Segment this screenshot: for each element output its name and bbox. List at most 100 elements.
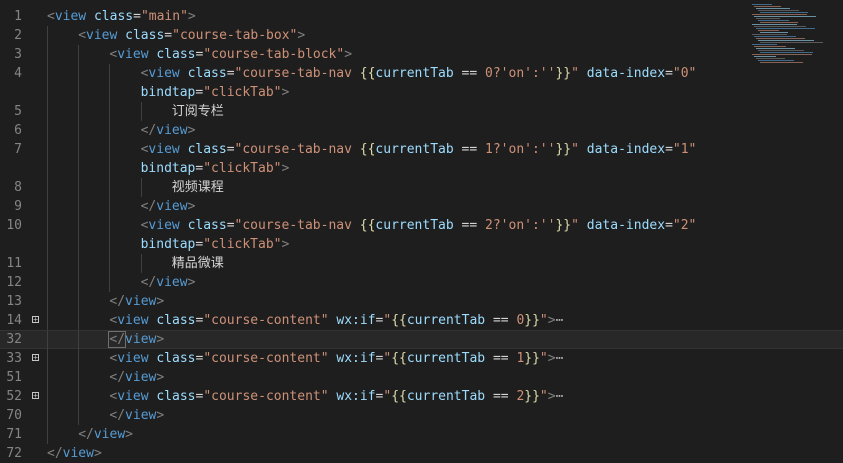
minimap-line	[754, 26, 806, 27]
token-str: "	[539, 389, 548, 404]
token-txt: =	[665, 142, 673, 157]
code-line[interactable]: 14 + <view class="course-content" wx:if="{…	[0, 311, 843, 330]
code-editor[interactable]: 1 <view class="main"> 2 <view class="course…	[0, 0, 843, 461]
indent-guide	[47, 159, 48, 178]
token-mus: }}	[555, 142, 572, 157]
code-line[interactable]: 7 <view class="course-tab-nav {{currentTa…	[0, 140, 843, 159]
token-txt: =	[226, 66, 235, 81]
code-line[interactable]: 2 <view class="course-tab-box">	[0, 26, 843, 45]
token-attr: wx:if	[336, 313, 376, 328]
token-str: "clickTab"	[203, 237, 282, 252]
code-line[interactable]: 4 <view class="course-tab-nav {{currentTa…	[0, 64, 843, 83]
code-line[interactable]: bindtap="clickTab">	[0, 83, 843, 102]
token-exprv: currentTab	[406, 313, 486, 328]
token-punc: <	[47, 9, 55, 24]
indent-guide	[109, 64, 111, 83]
indent-guide	[109, 83, 111, 102]
code-line[interactable]: 6 </view>	[0, 121, 843, 140]
code-line[interactable]: 72 </view>	[0, 444, 843, 463]
token-ell: ⋯	[555, 351, 564, 366]
code-line[interactable]: 1 <view class="main">	[0, 7, 843, 26]
token-punc: </	[108, 331, 127, 348]
code-line[interactable]: 13 </view>	[0, 292, 843, 311]
minimap-line	[758, 10, 799, 11]
line-number: 14	[6, 313, 22, 328]
code-line[interactable]: bindtap="clickTab">	[0, 159, 843, 178]
token-txt: ==	[485, 389, 517, 404]
token-attr: class	[187, 66, 227, 81]
token-punc: <	[78, 28, 87, 43]
code-line[interactable]: 10 <view class="course-tab-nav {{currentT…	[0, 216, 843, 235]
code-line[interactable]: 3 <view class="course-tab-block">	[0, 45, 843, 64]
code-line[interactable]: 11 精品微课	[0, 254, 843, 273]
indent-guide	[78, 216, 80, 235]
token-txt: 订阅专栏	[171, 104, 224, 119]
line-number: 7	[14, 142, 22, 157]
line-number: 12	[6, 275, 22, 290]
token-mus: {{	[391, 351, 407, 366]
token-ell: ⋯	[555, 389, 564, 404]
code-line[interactable]: bindtap="clickTab">	[0, 235, 843, 254]
token-txt: ==	[485, 313, 517, 328]
code-line[interactable]: 9 </view>	[0, 197, 843, 216]
plus-box-icon[interactable]: +	[32, 392, 39, 400]
minimap-line	[760, 12, 808, 13]
code-text: <view class="course-tab-nav {{currentTab…	[141, 140, 697, 159]
code-text: bindtap="clickTab">	[141, 83, 290, 102]
token-str: "2"	[672, 218, 697, 233]
token-str: "	[539, 313, 548, 328]
indent-guide	[109, 235, 111, 254]
token-attr: data-index	[586, 218, 666, 233]
indent-guide	[47, 26, 48, 45]
plus-box-icon[interactable]: +	[32, 354, 39, 362]
minimap-line	[752, 4, 772, 5]
indent-guide	[47, 368, 48, 387]
code-line[interactable]: 12 </view>	[0, 273, 843, 292]
indent-guide	[47, 254, 48, 273]
line-number: 6	[14, 123, 22, 138]
token-exprv: currentTab	[375, 218, 454, 233]
minimap-line	[756, 48, 795, 49]
code-line[interactable]: 8 视频课程	[0, 178, 843, 197]
token-punc: >	[281, 85, 290, 100]
plus-box-icon[interactable]: +	[32, 316, 39, 324]
token-attr: wx:if	[336, 389, 376, 404]
code-line[interactable]: 52 + <view class="course-content" wx:if="{…	[0, 387, 843, 406]
minimap[interactable]	[752, 4, 823, 64]
token-attr: class	[156, 313, 196, 328]
token-attr: class	[156, 351, 196, 366]
minimap-line	[752, 44, 777, 45]
minimap-line	[754, 16, 816, 17]
token-attr: data-index	[586, 66, 666, 81]
minimap-line	[758, 50, 804, 51]
code-line[interactable]: 33 + <view class="course-content" wx:if="{…	[0, 349, 843, 368]
indent-guide	[47, 292, 48, 311]
token-tag: view	[125, 408, 157, 423]
code-line[interactable]: 70 </view>	[0, 406, 843, 425]
token-attr: bindtap	[140, 237, 196, 252]
minimap-line	[752, 54, 812, 55]
indent-guide	[47, 45, 48, 64]
code-line[interactable]: 5 订阅专栏	[0, 102, 843, 121]
token-tag: view	[125, 294, 157, 309]
token-mus: }}	[524, 351, 540, 366]
token-punc: >	[187, 9, 196, 24]
indent-guide	[78, 159, 80, 178]
token-tag: view	[148, 142, 188, 157]
code-text: </view>	[47, 444, 102, 463]
minimap-line	[756, 38, 805, 39]
line-number: 11	[6, 256, 22, 271]
token-str: "course-content"	[203, 313, 329, 328]
token-punc: >	[187, 199, 196, 214]
indent-guide	[78, 235, 80, 254]
code-line[interactable]: 71 </view>	[0, 425, 843, 444]
minimap-line	[754, 56, 776, 57]
line-number: 71	[6, 427, 22, 442]
token-attr: bindtap	[140, 85, 196, 100]
indent-guide	[78, 349, 80, 368]
code-line[interactable]: 51 </view>	[0, 368, 843, 387]
token-attr: class	[187, 142, 227, 157]
code-line[interactable]: 32 </view>	[0, 330, 843, 350]
indent-guide	[47, 64, 48, 83]
